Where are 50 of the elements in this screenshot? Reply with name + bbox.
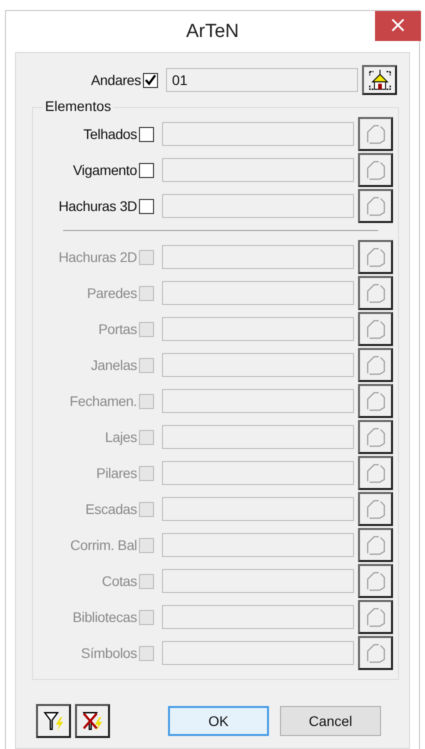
element-field[interactable]: [162, 194, 354, 218]
element-field[interactable]: [162, 158, 354, 182]
polygon-button[interactable]: [358, 528, 393, 562]
element-label: Bibliotecas: [72, 609, 137, 625]
crossed-funnel-lightning-icon: [80, 709, 104, 733]
close-button[interactable]: ×: [375, 11, 421, 41]
polygon-button[interactable]: [358, 420, 393, 454]
polygon-button[interactable]: [358, 600, 393, 634]
element-label: Cotas: [100, 573, 137, 589]
element-label: Portas: [97, 321, 137, 337]
polygon-button[interactable]: [358, 240, 393, 274]
element-checkbox[interactable]: [139, 126, 154, 142]
element-label: Telhados: [82, 126, 137, 142]
andares-field[interactable]: 01: [166, 68, 358, 92]
element-label: Pilares: [95, 465, 137, 481]
polygon-button[interactable]: [358, 189, 393, 223]
polygon-button[interactable]: [358, 492, 393, 526]
house-icon: [366, 67, 392, 93]
polygon-button[interactable]: [358, 456, 393, 490]
clear-filter-button[interactable]: [75, 704, 110, 738]
element-label: Fechamen.: [68, 393, 137, 409]
element-label: Escadas: [84, 501, 137, 517]
andares-label: Andares: [90, 72, 141, 88]
filter-button[interactable]: [36, 704, 71, 738]
element-label: Vigamento: [72, 162, 137, 178]
element-label: Janelas: [90, 357, 137, 373]
element-label: Paredes: [86, 285, 137, 301]
polygon-button[interactable]: [358, 564, 393, 598]
polygon-button[interactable]: [358, 276, 393, 310]
window-title: ArTeN: [186, 20, 239, 42]
andares-checkbox[interactable]: [143, 72, 158, 88]
polygon-button[interactable]: [358, 348, 393, 382]
cancel-button[interactable]: Cancel: [280, 706, 381, 736]
element-label: Corrim. Bal: [69, 537, 137, 553]
funnel-lightning-icon: [42, 709, 66, 733]
element-label: Símbolos: [80, 645, 137, 661]
polygon-button[interactable]: [358, 384, 393, 418]
element-checkbox[interactable]: [139, 198, 154, 214]
ok-button[interactable]: OK: [168, 706, 269, 736]
element-label: Lajes: [104, 429, 137, 445]
polygon-button[interactable]: [358, 312, 393, 346]
polygon-button[interactable]: [358, 153, 393, 187]
building-button[interactable]: [362, 65, 397, 95]
polygon-button[interactable]: [358, 117, 393, 151]
element-field[interactable]: [162, 122, 354, 146]
element-checkbox[interactable]: [139, 162, 154, 178]
element-label: Hachuras 2D: [58, 249, 137, 265]
polygon-button[interactable]: [358, 636, 393, 670]
group-title: Elementos: [43, 98, 114, 114]
element-label: Hachuras 3D: [58, 198, 137, 214]
